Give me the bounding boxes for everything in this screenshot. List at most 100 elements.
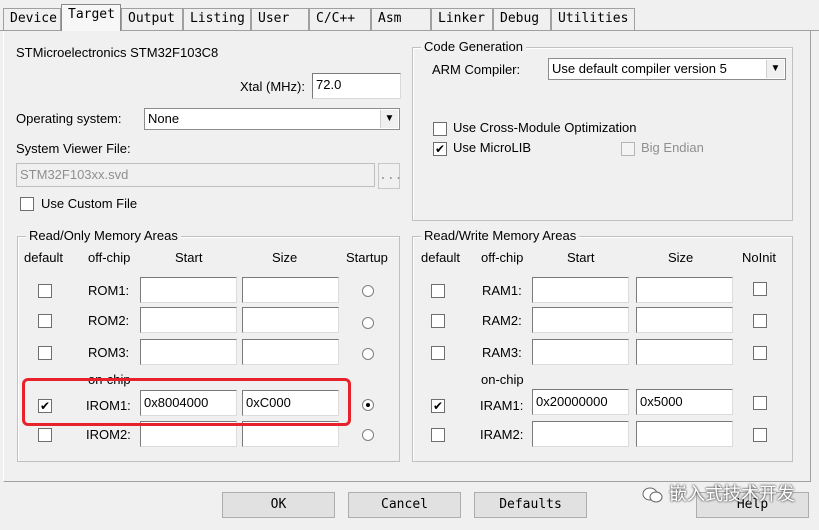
tab-asm[interactable]: Asm — [371, 8, 431, 30]
watermark: 嵌入式技术开发 — [642, 480, 795, 506]
rom3-default-checkbox[interactable] — [38, 346, 52, 360]
iram1-label: IRAM1: — [480, 398, 524, 413]
rw-header-offchip: off-chip — [481, 250, 524, 265]
chevron-down-icon[interactable]: ▼ — [766, 60, 784, 78]
rom2-size-input[interactable] — [242, 307, 339, 333]
defaults-button[interactable]: Defaults — [474, 492, 587, 518]
tab-linker[interactable]: Linker — [431, 8, 493, 30]
iram1-size-input[interactable]: 0x5000 — [636, 389, 733, 415]
os-select-value: None — [148, 111, 180, 126]
microlib-label: Use MicroLIB — [453, 140, 532, 155]
rom2-start-input[interactable] — [140, 307, 237, 333]
rw-memory-title: Read/Write Memory Areas — [421, 228, 580, 244]
ro-header-start: Start — [175, 250, 203, 265]
use-custom-file-label: Use Custom File — [41, 196, 138, 211]
highlight-annotation — [22, 378, 351, 426]
ram2-default-checkbox[interactable] — [431, 314, 445, 328]
arm-compiler-label: ARM Compiler: — [432, 62, 521, 77]
use-custom-file-checkbox[interactable] — [20, 197, 34, 211]
ro-memory-title: Read/Only Memory Areas — [26, 228, 181, 244]
ram2-size-input[interactable] — [636, 307, 733, 333]
ram3-size-input[interactable] — [636, 339, 733, 365]
os-label: Operating system: — [16, 111, 122, 126]
big-endian-label: Big Endian — [641, 140, 704, 155]
iram2-default-checkbox[interactable] — [431, 428, 445, 442]
ro-header-default: default — [24, 250, 64, 265]
irom2-startup-radio[interactable] — [362, 429, 374, 441]
rom3-startup-radio[interactable] — [362, 348, 374, 360]
rom1-startup-radio[interactable] — [362, 285, 374, 297]
tab-listing[interactable]: Listing — [183, 8, 251, 30]
tab-target[interactable]: Target — [61, 4, 121, 31]
ram1-noinit-checkbox[interactable] — [753, 282, 767, 296]
rom1-size-input[interactable] — [242, 277, 339, 303]
rw-header-noinit: NoInit — [742, 250, 776, 265]
wechat-icon — [642, 486, 664, 504]
rw-header-size: Size — [668, 250, 694, 265]
code-generation-title: Code Generation — [421, 39, 527, 55]
iram2-size-input[interactable] — [636, 421, 733, 447]
irom2-label: IROM2: — [86, 427, 131, 442]
ram1-size-input[interactable] — [636, 277, 733, 303]
arm-compiler-select[interactable]: Use default compiler version 5 ▼ — [548, 58, 786, 80]
irom1-startup-radio[interactable] — [362, 399, 374, 411]
tab-device[interactable]: Device — [3, 8, 61, 30]
ro-header-offchip: off-chip — [88, 250, 131, 265]
ram2-label: RAM2: — [482, 313, 522, 328]
iram2-noinit-checkbox[interactable] — [753, 428, 767, 442]
ram3-start-input[interactable] — [532, 339, 629, 365]
ram1-default-checkbox[interactable] — [431, 284, 445, 298]
tab-utilities[interactable]: Utilities — [551, 8, 635, 30]
tab-debug[interactable]: Debug — [493, 8, 551, 30]
system-viewer-input: STM32F103xx.svd — [16, 163, 375, 187]
xtal-label: Xtal (MHz): — [240, 79, 305, 94]
microlib-checkbox[interactable]: ✔ — [433, 142, 447, 156]
chevron-down-icon[interactable]: ▼ — [380, 110, 398, 128]
iram2-start-input[interactable] — [532, 421, 629, 447]
cross-module-checkbox[interactable] — [433, 122, 447, 136]
rom1-label: ROM1: — [88, 283, 130, 298]
ram1-start-input[interactable] — [532, 277, 629, 303]
tab-cpp[interactable]: C/C++ — [309, 8, 371, 30]
device-name: STMicroelectronics STM32F103C8 — [16, 45, 219, 60]
rom2-label: ROM2: — [88, 313, 130, 328]
iram2-label: IRAM2: — [480, 427, 524, 442]
irom2-default-checkbox[interactable] — [38, 428, 52, 442]
iram1-default-checkbox[interactable]: ✔ — [431, 399, 445, 413]
rom2-startup-radio[interactable] — [362, 317, 374, 329]
tab-user[interactable]: User — [251, 8, 309, 30]
browse-button: ... — [378, 163, 402, 189]
rw-header-default: default — [421, 250, 461, 265]
rom3-size-input[interactable] — [242, 339, 339, 365]
rom3-start-input[interactable] — [140, 339, 237, 365]
os-select[interactable]: None ▼ — [144, 108, 400, 130]
ram3-label: RAM3: — [482, 345, 522, 360]
system-viewer-label: System Viewer File: — [16, 141, 131, 156]
arm-compiler-value: Use default compiler version 5 — [552, 61, 727, 76]
iram1-noinit-checkbox[interactable] — [753, 396, 767, 410]
ok-button[interactable]: OK — [222, 492, 335, 518]
ro-header-size: Size — [272, 250, 298, 265]
ram1-label: RAM1: — [482, 283, 522, 298]
cancel-button[interactable]: Cancel — [348, 492, 461, 518]
ram3-default-checkbox[interactable] — [431, 346, 445, 360]
cross-module-label: Use Cross-Module Optimization — [453, 120, 637, 135]
ro-header-startup: Startup — [346, 250, 388, 265]
ram2-start-input[interactable] — [532, 307, 629, 333]
big-endian-checkbox — [621, 142, 635, 156]
xtal-input[interactable]: 72.0 — [312, 73, 401, 99]
rom1-default-checkbox[interactable] — [38, 284, 52, 298]
watermark-text: 嵌入式技术开发 — [669, 484, 795, 504]
rom3-label: ROM3: — [88, 345, 130, 360]
rw-header-start: Start — [567, 250, 595, 265]
tab-strip-border — [0, 30, 819, 31]
rw-onchip-label: on-chip — [481, 372, 524, 387]
ram3-noinit-checkbox[interactable] — [753, 346, 767, 360]
rom1-start-input[interactable] — [140, 277, 237, 303]
iram1-start-input[interactable]: 0x20000000 — [532, 389, 629, 415]
tab-output[interactable]: Output — [121, 8, 183, 30]
checkmark-icon: ✔ — [434, 142, 446, 156]
ram2-noinit-checkbox[interactable] — [753, 314, 767, 328]
checkmark-icon: ✔ — [432, 399, 444, 413]
rom2-default-checkbox[interactable] — [38, 314, 52, 328]
